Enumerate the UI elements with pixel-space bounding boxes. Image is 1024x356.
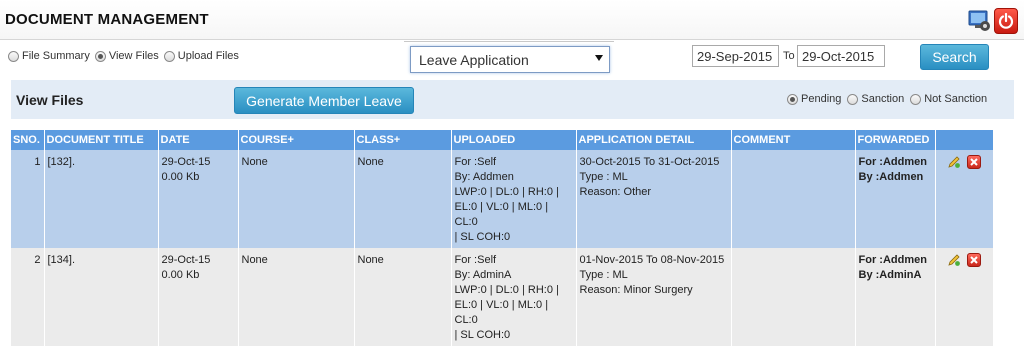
files-table: SNO. DOCUMENT TITLE DATE COURSE+ CLASS+ … <box>11 130 994 346</box>
uploaded-line: LWP:0 | DL:0 | RH:0 | <box>454 186 559 198</box>
pencil-edit-icon[interactable] <box>947 253 961 267</box>
top-bar: DOCUMENT MANAGEMENT <box>0 0 1024 40</box>
column-header: COMMENT <box>731 130 856 150</box>
cell-sno: 1 <box>11 150 45 248</box>
category-select[interactable]: Leave Application <box>410 46 610 73</box>
search-button[interactable]: Search <box>920 44 989 70</box>
cell-actions <box>935 248 994 346</box>
cell-application-detail: 30-Oct-2015 To 31-Oct-2015 Type : ML Rea… <box>576 150 732 248</box>
pencil-edit-icon[interactable] <box>947 155 961 169</box>
cell-date: 29-Oct-15 0.00 Kb <box>158 248 239 346</box>
cell-course: None <box>238 248 355 346</box>
uploaded-line: LWP:0 | DL:0 | RH:0 | <box>454 284 559 296</box>
status-label: Pending <box>801 93 842 105</box>
radio-checked-icon[interactable] <box>787 93 798 105</box>
uploaded-line: | SL COH:0 <box>454 329 511 341</box>
radio-icon[interactable] <box>847 93 859 105</box>
uploaded-line: For :Self <box>454 156 497 168</box>
column-header: SNO. <box>11 130 45 150</box>
cell-sno: 2 <box>11 248 45 346</box>
date-to-input[interactable]: 29-Oct-2015 <box>797 45 885 67</box>
cell-class: None <box>354 150 452 248</box>
status-radio-group: Pending Sanction Not Sanction <box>787 93 993 105</box>
settings-monitor-icon[interactable] <box>968 9 992 33</box>
view-mode-radio-group: File Summary View Files Upload Files <box>8 50 242 62</box>
detail-line: Type : ML <box>579 269 628 281</box>
column-header: APPLICATION DETAIL <box>576 130 732 150</box>
cell-title: [132]. <box>44 150 159 248</box>
app-title: DOCUMENT MANAGEMENT <box>5 11 209 28</box>
forwarded-line: For :Addmen <box>858 254 927 266</box>
cell-comment <box>731 150 856 248</box>
detail-line: Reason: Minor Surgery <box>579 284 693 296</box>
table-header-row: SNO. DOCUMENT TITLE DATE COURSE+ CLASS+ … <box>11 130 994 150</box>
date-text: 29-Oct-15 <box>161 156 211 168</box>
dropdown-arrow-icon <box>595 55 603 61</box>
status-label: Not Sanction <box>924 93 988 105</box>
date-text: 29-Oct-15 <box>161 254 211 266</box>
divider <box>404 41 614 42</box>
mode-view-files[interactable]: View Files <box>94 50 159 62</box>
date-to-label: To <box>783 50 795 62</box>
cell-date: 29-Oct-15 0.00 Kb <box>158 150 239 248</box>
mode-label: Upload Files <box>177 50 239 62</box>
cell-title: [134]. <box>44 248 159 346</box>
forwarded-line: By :Addmen <box>858 171 924 183</box>
detail-line: 01-Nov-2015 To 08-Nov-2015 <box>579 254 725 266</box>
mode-file-summary[interactable]: File Summary <box>8 50 90 62</box>
cell-class: None <box>354 248 452 346</box>
table-row[interactable]: 2 [134]. 29-Oct-15 0.00 Kb None None For… <box>11 248 994 346</box>
generate-member-leave-button[interactable]: Generate Member Leave <box>234 87 414 114</box>
status-label: Sanction <box>861 93 905 105</box>
power-icon[interactable] <box>994 8 1018 34</box>
mode-label: File Summary <box>22 50 90 62</box>
cell-forwarded: For :Addmen By :Addmen <box>855 150 936 248</box>
column-header[interactable]: DATE <box>158 130 239 150</box>
uploaded-line: EL:0 | VL:0 | ML:0 | CL:0 <box>454 201 549 228</box>
radio-icon[interactable] <box>8 50 19 62</box>
status-sanction[interactable]: Sanction <box>847 93 904 105</box>
cell-actions <box>935 150 994 248</box>
uploaded-line: By: Addmen <box>454 171 514 183</box>
cell-course: None <box>238 150 355 248</box>
cell-uploaded: For :Self By: Addmen LWP:0 | DL:0 | RH:0… <box>451 150 577 248</box>
size-text: 0.00 Kb <box>161 171 200 183</box>
cell-comment <box>731 248 856 346</box>
detail-line: 30-Oct-2015 To 31-Oct-2015 <box>579 156 720 168</box>
delete-x-icon[interactable] <box>966 155 981 169</box>
detail-line: Reason: Other <box>579 186 652 198</box>
column-header[interactable]: DOCUMENT TITLE <box>44 130 159 150</box>
forwarded-line: For :Addmen <box>858 156 927 168</box>
mode-upload-files[interactable]: Upload Files <box>163 50 239 62</box>
radio-icon[interactable] <box>163 50 175 62</box>
panel-title: View Files <box>16 92 84 108</box>
uploaded-line: EL:0 | VL:0 | ML:0 | CL:0 <box>454 299 549 326</box>
size-text: 0.00 Kb <box>161 269 200 281</box>
column-header: UPLOADED <box>451 130 577 150</box>
table-row[interactable]: 1 [132]. 29-Oct-15 0.00 Kb None None For… <box>11 150 994 248</box>
column-header <box>935 130 994 150</box>
mode-label: View Files <box>108 50 159 62</box>
column-header: FORWARDED <box>855 130 936 150</box>
uploaded-line: | SL COH:0 <box>454 231 511 243</box>
cell-forwarded: For :Addmen By :AdminA <box>855 248 936 346</box>
column-header[interactable]: COURSE+ <box>238 130 355 150</box>
cell-uploaded: For :Self By: AdminA LWP:0 | DL:0 | RH:0… <box>451 248 577 346</box>
uploaded-line: For :Self <box>454 254 497 266</box>
column-header[interactable]: CLASS+ <box>354 130 452 150</box>
radio-icon[interactable] <box>910 93 922 105</box>
radio-checked-icon[interactable] <box>94 50 106 62</box>
row-actions <box>939 253 990 267</box>
cell-application-detail: 01-Nov-2015 To 08-Nov-2015 Type : ML Rea… <box>576 248 732 346</box>
forwarded-line: By :AdminA <box>858 269 922 281</box>
detail-line: Type : ML <box>579 171 628 183</box>
row-actions <box>939 155 990 169</box>
category-select-value: Leave Application <box>419 51 529 68</box>
uploaded-line: By: AdminA <box>454 269 512 281</box>
status-not-sanction[interactable]: Not Sanction <box>910 93 987 105</box>
status-pending[interactable]: Pending <box>787 93 841 105</box>
date-from-input[interactable]: 29-Sep-2015 <box>692 45 779 67</box>
delete-x-icon[interactable] <box>966 253 981 267</box>
